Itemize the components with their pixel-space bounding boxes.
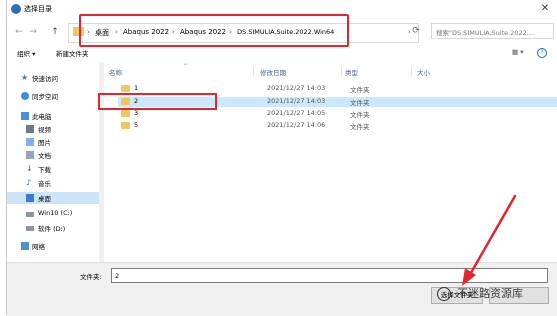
sidebar-item-label: 网络 bbox=[32, 243, 45, 251]
sidebar-item-label: 桌面 bbox=[38, 195, 51, 203]
video-icon bbox=[26, 125, 34, 133]
new-folder-button[interactable]: 新建文件夹 bbox=[56, 48, 89, 58]
file-date: 2021/12/27 14:03 bbox=[267, 84, 326, 92]
sidebar-item-videos[interactable]: 视频 bbox=[7, 123, 99, 135]
window-title: 选择目录 bbox=[24, 5, 52, 13]
table-row[interactable]: 3 2021/12/27 14:05 文件夹 bbox=[118, 109, 557, 119]
help-icon[interactable]: ? bbox=[537, 48, 547, 58]
column-header-size[interactable]: 大小 bbox=[417, 67, 430, 77]
file-list: ⌃ 名称 修改日期 类型 大小 1 2021/12/27 14:03 文件夹 2… bbox=[105, 62, 557, 262]
sidebar-item-drive-d[interactable]: 软件 (D:) bbox=[7, 222, 99, 234]
dialog-footer: 文件夹: 选择文件夹 不迷路资源库 bbox=[7, 262, 557, 316]
sidebar-item-music[interactable]: ♪ 音乐 bbox=[7, 177, 99, 189]
download-icon: ↓ bbox=[26, 164, 33, 173]
picture-icon bbox=[26, 138, 34, 146]
column-divider bbox=[253, 66, 254, 76]
sidebar-item-label: 同步空间 bbox=[32, 93, 58, 101]
document-icon bbox=[26, 151, 34, 159]
search-input[interactable]: 搜索"DS.SIMULIA.Suite.2022.... bbox=[431, 23, 554, 39]
watermark-text: 不迷路资源库 bbox=[457, 287, 523, 300]
sync-icon bbox=[21, 92, 29, 100]
sidebar-item-label: 软件 (D:) bbox=[38, 225, 66, 233]
search-placeholder: 搜索"DS.SIMULIA.Suite.2022.... bbox=[436, 29, 536, 37]
close-button[interactable]: ✕ bbox=[536, 1, 554, 17]
file-name: 5 bbox=[134, 121, 139, 129]
folder-field[interactable] bbox=[111, 268, 548, 283]
music-icon: ♪ bbox=[26, 178, 32, 187]
file-date: 2021/12/27 14:06 bbox=[267, 121, 326, 129]
app-icon bbox=[11, 4, 21, 14]
file-type: 文件夹 bbox=[350, 99, 370, 107]
sidebar-item-downloads[interactable]: ↓ 下载 bbox=[7, 163, 99, 175]
view-options-icon[interactable]: ▦ ▾ bbox=[512, 48, 523, 56]
sidebar-item-network[interactable]: 网络 bbox=[7, 240, 99, 252]
desktop-icon bbox=[26, 194, 34, 202]
file-type: 文件夹 bbox=[350, 111, 370, 119]
sidebar-item-sync[interactable]: 同步空间 bbox=[7, 90, 99, 102]
file-type: 文件夹 bbox=[350, 123, 370, 131]
sidebar-item-label: 下载 bbox=[38, 166, 51, 174]
file-date: 2021/12/27 14:03 bbox=[267, 97, 326, 105]
forward-button[interactable]: → bbox=[27, 26, 39, 38]
watermark-logo-icon bbox=[437, 287, 451, 301]
column-divider bbox=[411, 66, 412, 76]
column-header-name[interactable]: 名称 bbox=[109, 67, 122, 77]
sidebar-item-documents[interactable]: 文档 bbox=[7, 149, 99, 161]
sidebar-item-label: 此电脑 bbox=[32, 113, 52, 121]
navigation-pane: ★ 快速访问 同步空间 此电脑 视频 图片 文档 ↓ 下载 ♪ 音乐 桌面 Wi… bbox=[7, 62, 99, 262]
sidebar-item-pictures[interactable]: 图片 bbox=[7, 136, 99, 148]
column-header-date[interactable]: 修改日期 bbox=[260, 67, 286, 77]
folder-icon bbox=[121, 110, 130, 117]
drive-icon bbox=[26, 212, 34, 217]
drive-icon bbox=[26, 226, 34, 231]
sort-indicator-icon: ⌃ bbox=[183, 63, 189, 70]
folder-field-label: 文件夹: bbox=[80, 273, 102, 281]
file-date: 2021/12/27 14:05 bbox=[267, 109, 326, 117]
refresh-icon[interactable]: ⟳ bbox=[410, 25, 422, 37]
file-type: 文件夹 bbox=[350, 86, 370, 94]
sidebar-item-this-pc[interactable]: 此电脑 bbox=[7, 110, 99, 122]
sidebar-item-label: 快速访问 bbox=[32, 75, 58, 83]
sidebar-item-label: 文档 bbox=[38, 152, 51, 160]
dialog-window: 选择目录 ✕ ← → ↑ › 桌面 › Abaqus 2022 › Abaqus… bbox=[6, 0, 557, 316]
organize-button[interactable]: 组织 ▾ bbox=[17, 48, 35, 58]
computer-icon bbox=[21, 112, 29, 120]
sidebar-item-label: 音乐 bbox=[38, 180, 51, 188]
file-name: 3 bbox=[134, 109, 139, 117]
sidebar-item-label: 视频 bbox=[38, 126, 51, 134]
folder-icon bbox=[121, 85, 130, 92]
column-divider bbox=[341, 66, 342, 76]
sidebar-item-desktop[interactable]: 桌面 bbox=[7, 192, 99, 204]
file-name: 1 bbox=[134, 84, 139, 92]
sidebar-scrollbar[interactable] bbox=[99, 62, 104, 262]
star-icon: ★ bbox=[21, 73, 29, 82]
toolbar: 组织 ▾ 新建文件夹 ▦ ▾ ? bbox=[7, 46, 557, 60]
network-icon bbox=[21, 242, 29, 250]
sidebar-item-quick-access[interactable]: ★ 快速访问 bbox=[7, 72, 99, 84]
back-button[interactable]: ← bbox=[13, 26, 25, 38]
annotation-box-row bbox=[98, 93, 217, 110]
sidebar-item-drive-c[interactable]: Win10 (C:) bbox=[7, 208, 99, 220]
sidebar-item-label: Win10 (C:) bbox=[38, 209, 73, 217]
column-header-type[interactable]: 类型 bbox=[345, 67, 358, 77]
up-button[interactable]: ↑ bbox=[49, 26, 61, 38]
sidebar-item-label: 图片 bbox=[38, 139, 51, 147]
table-row[interactable]: 5 2021/12/27 14:06 文件夹 bbox=[118, 121, 557, 131]
annotation-box-address bbox=[79, 14, 349, 47]
folder-icon bbox=[121, 122, 130, 129]
